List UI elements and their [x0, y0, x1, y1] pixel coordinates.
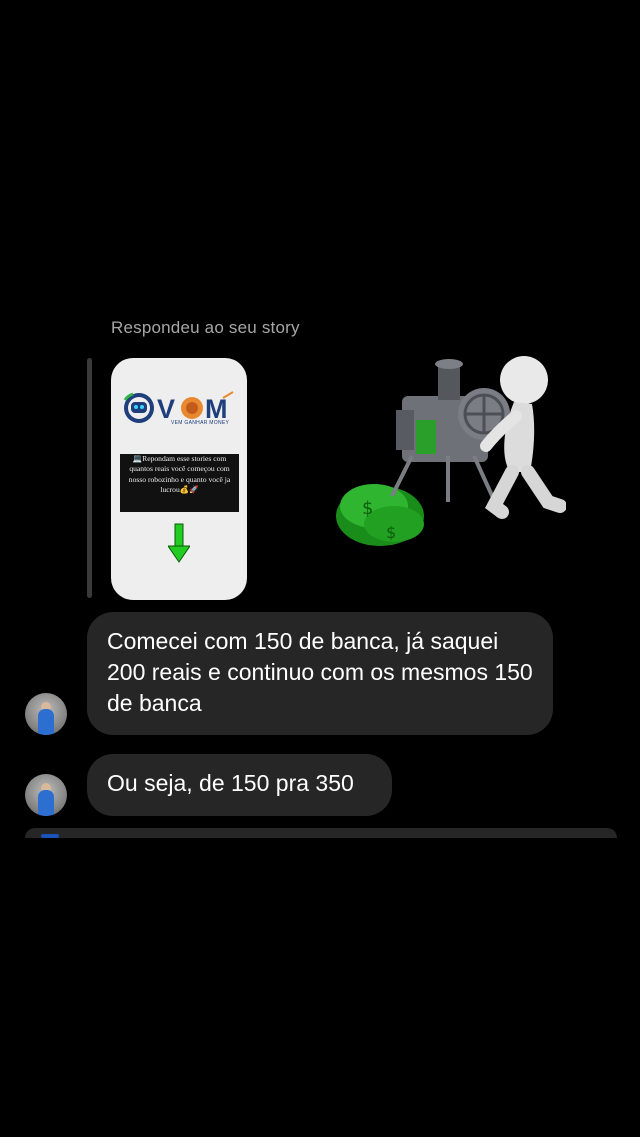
message-bubble[interactable]: Ou seja, de 150 pra 350: [87, 754, 392, 816]
sender-avatar[interactable]: [25, 693, 67, 735]
svg-text:$: $: [386, 523, 396, 542]
next-message-edge: [25, 828, 617, 838]
sender-avatar[interactable]: [25, 774, 67, 816]
logo-subtitle: VEM GANHAR MONEY: [171, 420, 230, 426]
svg-text:$: $: [362, 498, 373, 519]
vom-logo: V M: [123, 391, 234, 424]
arrow-down-icon: [168, 523, 190, 563]
reply-quote-bar: [87, 358, 92, 598]
reply-label: Respondeu ao seu story: [111, 318, 300, 337]
message-bubble[interactable]: Comecei com 150 de banca, já saquei 200 …: [87, 612, 553, 735]
money-machine-sticker[interactable]: $ $: [334, 356, 566, 554]
story-thumbnail[interactable]: V M VEM GANHAR MONEY 💻Repondam esse stor…: [111, 358, 247, 600]
story-text: 💻Repondam esse stories com quantos reais…: [120, 454, 239, 512]
